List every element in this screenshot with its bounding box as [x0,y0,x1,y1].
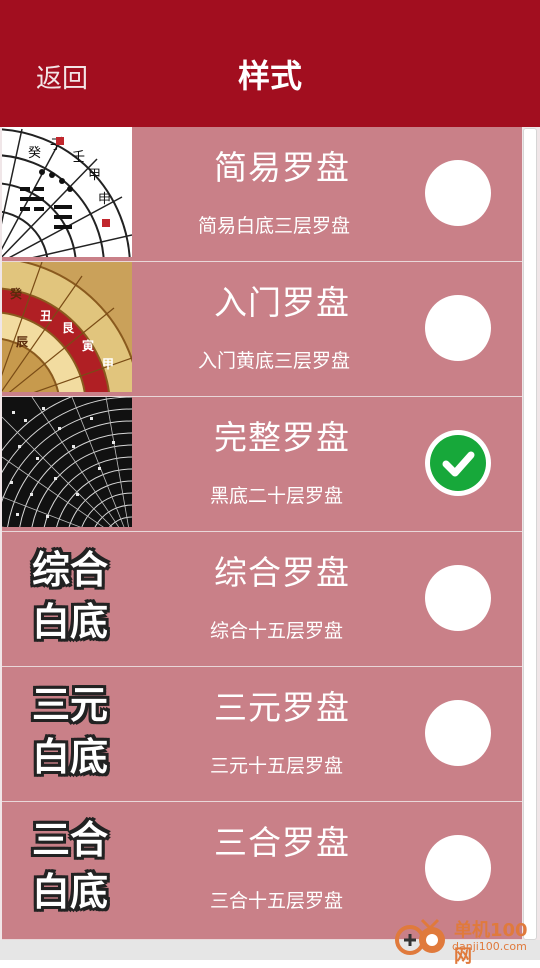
yellow-compass-char-5: 甲 [102,357,114,371]
white-compass-thumbnail: 癸 子 壬 甲 申 [2,127,132,257]
row-subtitle: 综合十五层罗盘 [210,620,344,642]
style-row-comprehensive[interactable]: 综合 白底 综合罗盘 综合十五层罗盘 [2,532,522,667]
style-row-simple[interactable]: 癸 子 壬 甲 申 简易罗盘 简易白底三层罗盘 [2,127,522,262]
radio-unchecked-icon[interactable] [425,835,491,901]
white-compass-char-5: 申 [98,192,111,207]
radio-unchecked-icon[interactable] [425,565,491,631]
thumb-line-1: 三元 [31,683,108,727]
radio-unchecked-icon[interactable] [425,700,491,766]
yellow-compass-char-4: 寅 [82,338,94,353]
watermark-icon [395,918,445,955]
black-compass-thumbnail [2,397,132,527]
row-title: 综合罗盘 [214,553,350,592]
row-subtitle: 黑底二十层罗盘 [210,485,344,507]
app-header: 返回 样式 [0,0,540,127]
row-subtitle: 三合十五层罗盘 [210,890,344,912]
comprehensive-thumbnail: 综合 白底 [2,532,132,662]
row-title: 三元罗盘 [214,688,350,727]
check-circle-icon [430,435,486,491]
watermark-logo: 单机100网 danji100.com [392,914,540,967]
white-compass-char-3: 壬 [72,150,85,165]
yellow-compass-thumbnail: 癸 丑 艮 寅 甲 辰 [2,262,132,392]
page-title: 样式 [237,57,302,95]
watermark-url: danji100.com [452,940,527,953]
thumb-line-2: 白底 [31,735,108,779]
row-title: 三合罗盘 [214,823,350,862]
sanhe-thumbnail: 三合 白底 [2,802,132,932]
yellow-compass-char-1: 癸 [9,286,23,301]
thumb-line-2: 白底 [31,600,108,644]
yellow-compass-char-3: 艮 [62,321,75,335]
row-title: 简易罗盘 [214,148,350,187]
radio-unchecked-icon[interactable] [425,160,491,226]
white-compass-char-4: 甲 [88,168,101,183]
row-subtitle: 简易白底三层罗盘 [198,215,351,237]
style-row-complete[interactable]: 完整罗盘 黑底二十层罗盘 [2,397,522,532]
row-subtitle: 入门黄底三层罗盘 [198,350,351,372]
scrollbar[interactable] [523,128,537,940]
row-title: 入门罗盘 [214,283,350,322]
row-title: 完整罗盘 [214,418,350,457]
radio-checked-icon[interactable] [425,430,491,496]
thumb-line-1: 综合 [31,548,108,592]
white-compass-char-1: 癸 [28,146,41,161]
radio-unchecked-icon[interactable] [425,295,491,361]
thumb-line-1: 三合 [31,818,108,862]
row-subtitle: 三元十五层罗盘 [210,755,344,777]
yellow-compass-char-2: 丑 [40,309,52,323]
style-row-beginner[interactable]: 癸 丑 艮 寅 甲 辰 入门罗盘 入门黄底三层罗盘 [2,262,522,397]
yellow-compass-char-6: 辰 [16,335,28,349]
thumb-line-2: 白底 [31,870,108,914]
sanyuan-thumbnail: 三元 白底 [2,667,132,797]
style-row-sanyuan[interactable]: 三元 白底 三元罗盘 三元十五层罗盘 [2,667,522,802]
style-list: 癸 子 壬 甲 申 简易罗盘 简易白底三层罗盘 癸 丑 艮 寅 甲 辰 入门罗盘… [0,127,540,960]
